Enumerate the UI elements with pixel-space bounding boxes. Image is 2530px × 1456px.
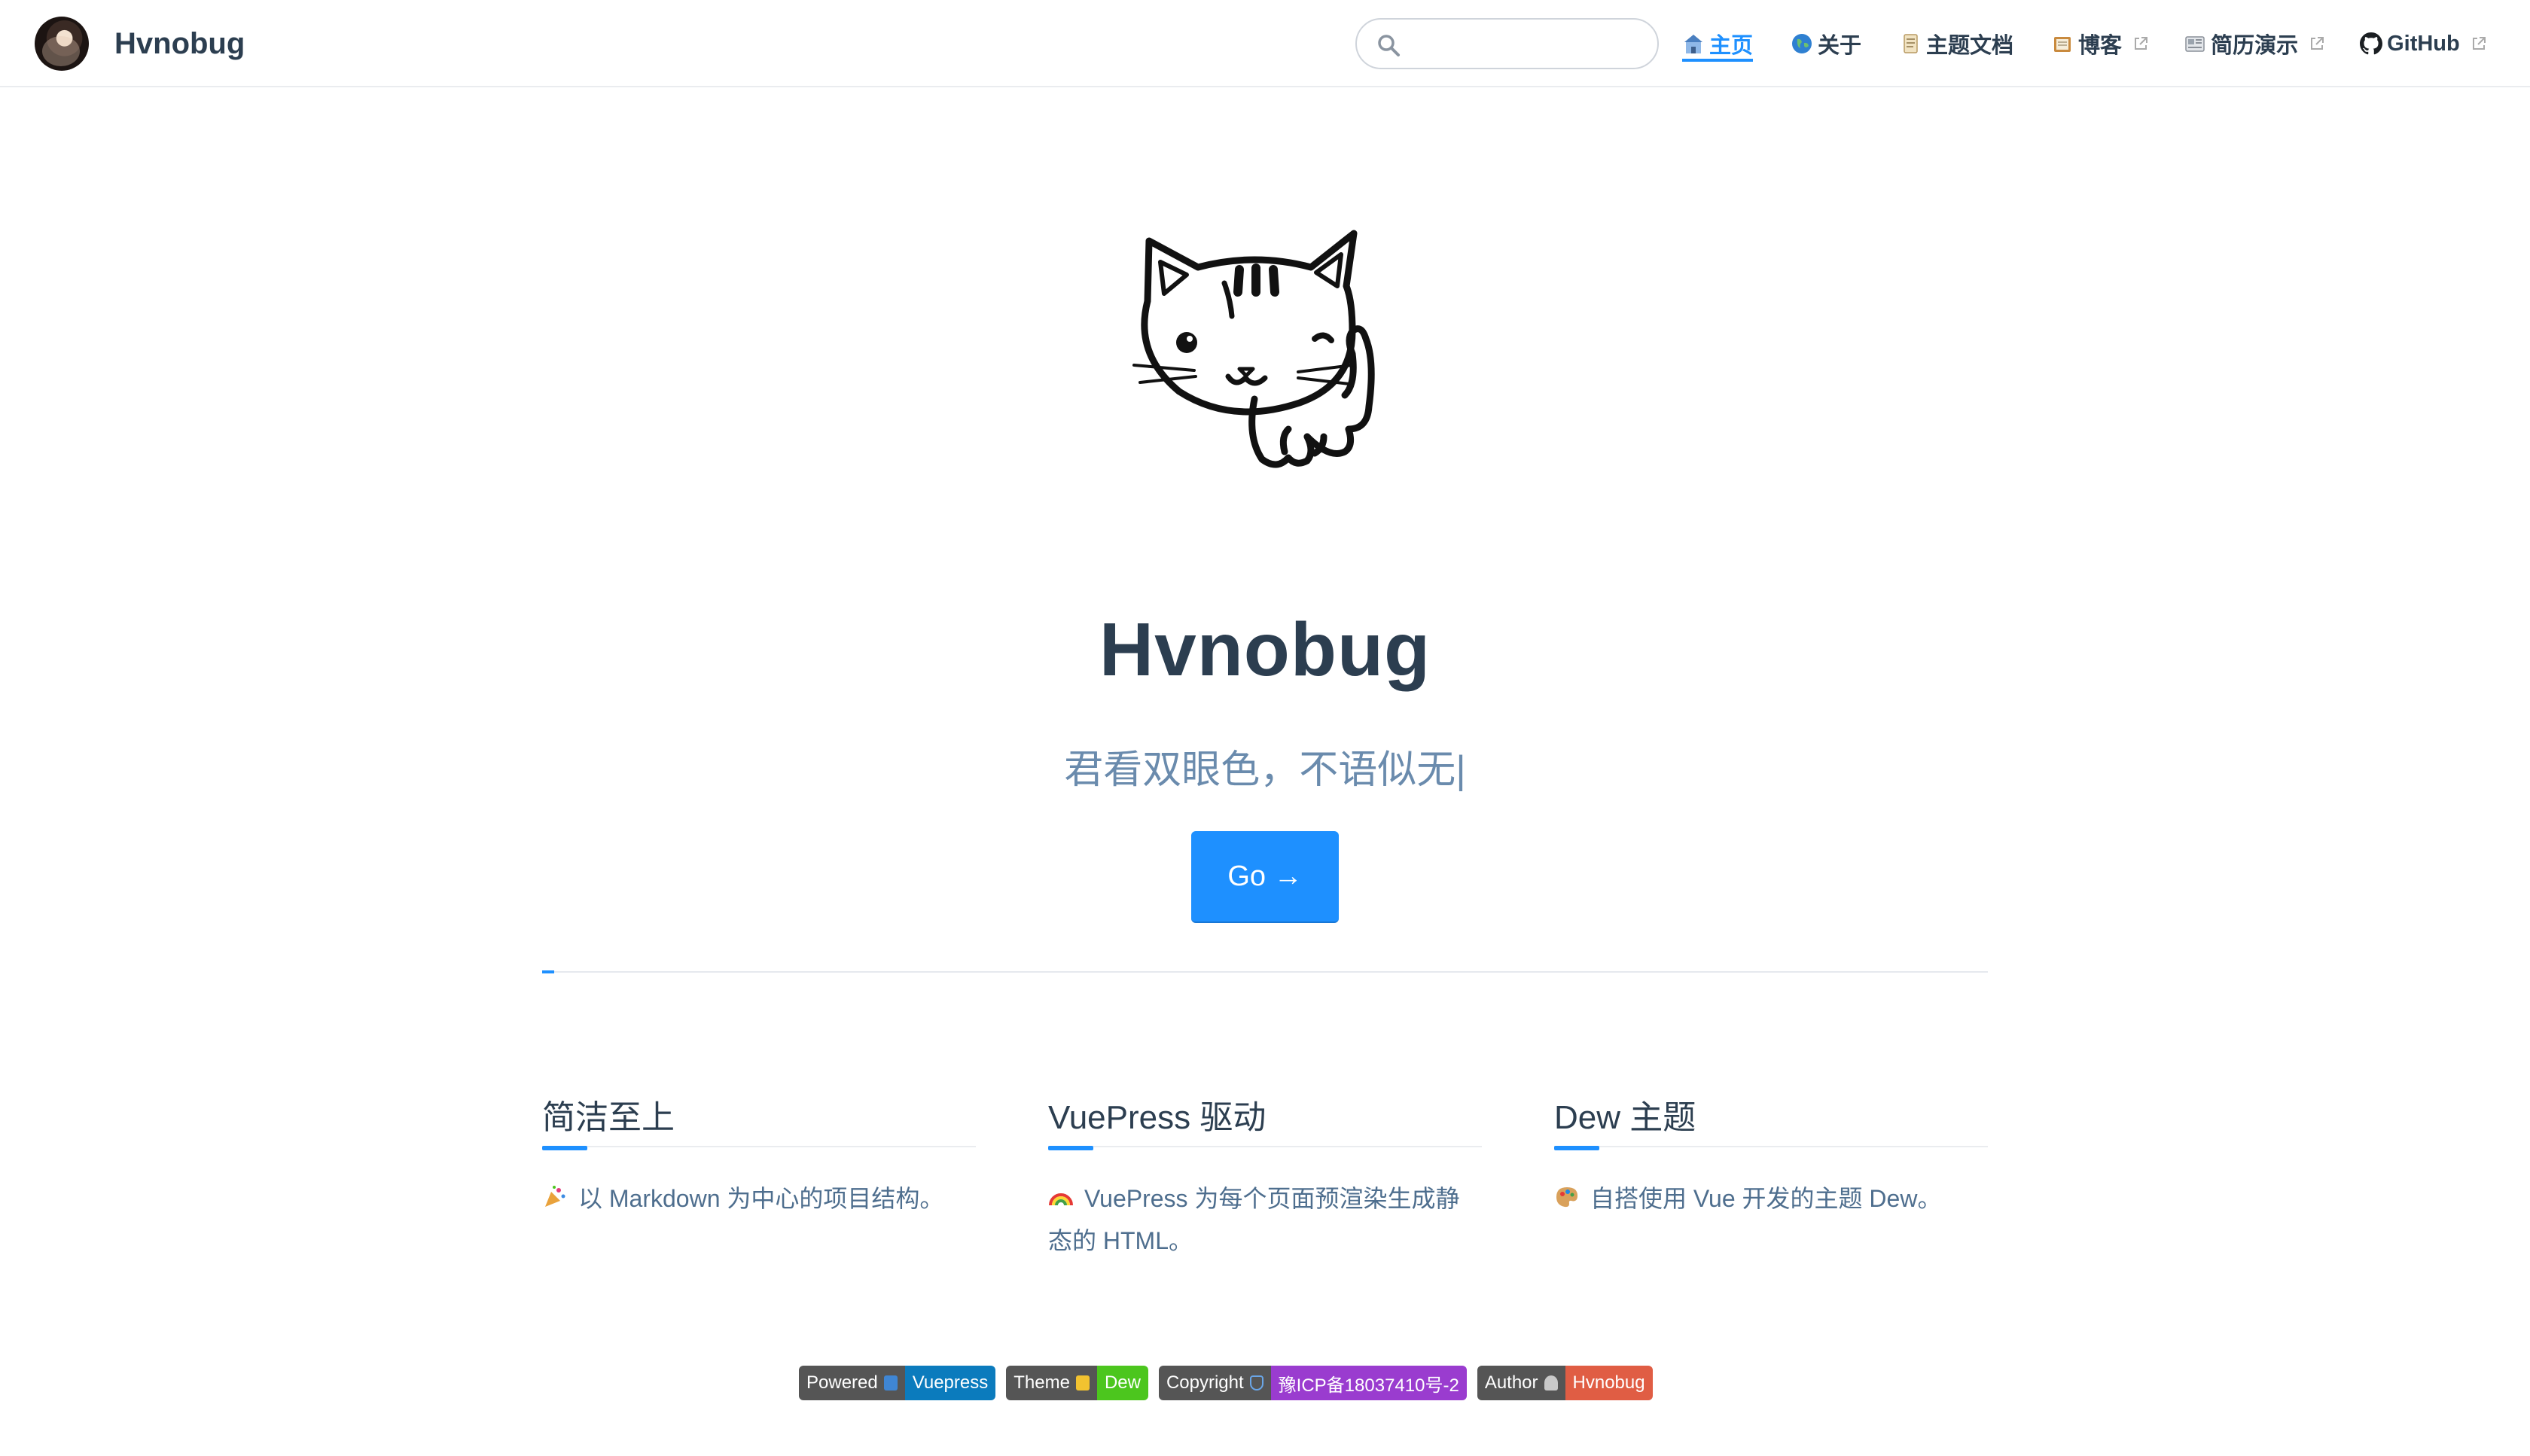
badge-powered[interactable]: Powered Vuepress xyxy=(799,1366,996,1400)
nav-item-label: 主页 xyxy=(1709,34,1754,58)
nav-links: 主页 关于 主题文档 博客 简历演示 GitHub xyxy=(1682,0,2487,87)
hero-divider xyxy=(542,971,1988,973)
shield-icon xyxy=(1249,1375,1263,1391)
badge-value: Hvnobug xyxy=(1565,1366,1653,1400)
home-link[interactable]: Hvnobug xyxy=(35,15,245,72)
feature-text-content: 以 Markdown 为中心的项目结构。 xyxy=(578,1185,944,1212)
go-button[interactable]: Go → xyxy=(1191,831,1339,923)
feature-text-content: VuePress 为每个页面预渲染生成静态的 HTML。 xyxy=(1048,1185,1460,1254)
nav-item-resume[interactable]: 简历演示 xyxy=(2184,0,2325,87)
badge-label: Powered xyxy=(799,1366,905,1400)
person-icon xyxy=(1544,1375,1558,1391)
navbar: Hvnobug 主页 关于 主题文档 博客 简历演示 GitHub xyxy=(0,0,2530,87)
footer-badges: Powered Vuepress Theme Dew Copyright 豫IC… xyxy=(799,1366,1653,1400)
feature-card: 简洁至上 以 Markdown 为中心的项目结构。 xyxy=(542,1090,976,1220)
hero-description-text: 君看双眼色，不语似无 xyxy=(1064,748,1456,792)
hero-description: 君看双眼色，不语似无| xyxy=(0,738,2530,794)
feature-text-content: 自搭使用 Vue 开发的主题 Dew。 xyxy=(1590,1185,1942,1212)
nav-item-label: 关于 xyxy=(1818,34,1862,58)
external-link-icon xyxy=(2311,37,2324,50)
palette-icon xyxy=(1556,1187,1578,1208)
nav-item-about[interactable]: 关于 xyxy=(1791,0,1861,87)
badge-label-text: Powered xyxy=(806,1372,878,1393)
badge-label: Copyright xyxy=(1158,1366,1271,1400)
search-icon xyxy=(1378,35,1400,56)
badge-label-text: Copyright xyxy=(1166,1372,1244,1393)
nav-item-blog[interactable]: 博客 xyxy=(2051,0,2149,87)
nav-item-label: 主题文档 xyxy=(1926,34,2014,58)
house-icon xyxy=(1684,35,1702,53)
badge-label: Author xyxy=(1477,1366,1565,1400)
feature-title: VuePress 驱动 xyxy=(1048,1090,1482,1150)
party-popper-icon xyxy=(545,1186,565,1207)
feature-text: VuePress 为每个页面预渲染生成静态的 HTML。 xyxy=(1048,1177,1482,1262)
feature-card: Dew 主题 自搭使用 Vue 开发的主题 Dew。 xyxy=(1554,1090,1988,1220)
feature-card: VuePress 驱动 VuePress 为每个页面预渲染生成静态的 HTML。 xyxy=(1048,1090,1482,1262)
external-link-icon xyxy=(2135,37,2148,50)
nav-item-theme-docs[interactable]: 主题文档 xyxy=(1899,0,2013,87)
newspaper-icon xyxy=(2185,36,2205,52)
book-icon xyxy=(883,1375,898,1391)
search-input[interactable] xyxy=(1411,26,1644,62)
nav-item-home[interactable]: 主页 xyxy=(1682,0,1754,87)
search-box xyxy=(1355,18,1659,69)
nav-item-label: 简历演示 xyxy=(2211,34,2299,58)
avatar xyxy=(35,17,89,71)
hero-title: Hvnobug xyxy=(1099,608,1431,692)
globe-icon xyxy=(1792,34,1812,53)
divider-accent xyxy=(542,970,554,973)
badge-label: Theme xyxy=(1006,1366,1097,1400)
badge-author[interactable]: Author Hvnobug xyxy=(1477,1366,1653,1400)
badge-value: Dew xyxy=(1096,1366,1148,1400)
nav-item-label: 博客 xyxy=(2078,34,2123,58)
badge-theme[interactable]: Theme Dew xyxy=(1006,1366,1148,1400)
external-link-icon xyxy=(2472,37,2486,50)
rainbow-icon xyxy=(1049,1193,1073,1206)
badge-value: Vuepress xyxy=(904,1366,996,1400)
nav-item-github[interactable]: GitHub xyxy=(2360,0,2487,87)
badge-label-text: Author xyxy=(1484,1372,1538,1393)
feature-text: 自搭使用 Vue 开发的主题 Dew。 xyxy=(1554,1177,1988,1220)
feature-title: Dew 主题 xyxy=(1554,1090,1988,1150)
cat-logo xyxy=(1132,230,1375,468)
typing-caret: | xyxy=(1456,748,1466,792)
badge-copyright[interactable]: Copyright 豫ICP备18037410号-2 xyxy=(1158,1366,1467,1400)
github-icon xyxy=(2360,32,2383,55)
feature-text: 以 Markdown 为中心的项目结构。 xyxy=(542,1177,976,1220)
feature-title: 简洁至上 xyxy=(542,1090,976,1150)
site-name: Hvnobug xyxy=(114,26,245,60)
notebook-icon xyxy=(2054,37,2071,52)
badge-value: 豫ICP备18037410号-2 xyxy=(1270,1366,1467,1400)
nav-item-label: GitHub xyxy=(2387,31,2460,56)
scroll-icon xyxy=(1904,34,1918,53)
shirt-icon xyxy=(1075,1375,1090,1391)
badge-label-text: Theme xyxy=(1014,1372,1070,1393)
